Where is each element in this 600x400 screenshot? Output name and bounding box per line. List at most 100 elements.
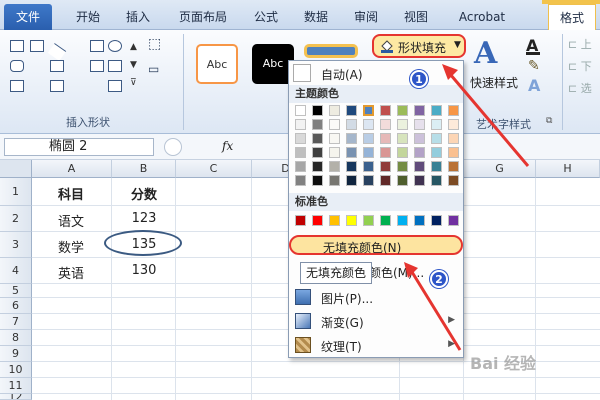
tab-review[interactable]: 审阅 xyxy=(348,4,384,30)
menu-item-gradient[interactable]: 渐变(G) ▶ xyxy=(289,309,463,333)
shape-arrow-down-icon[interactable] xyxy=(108,60,122,72)
theme-color-swatch[interactable] xyxy=(363,175,374,186)
row-header-9[interactable]: 9 xyxy=(0,346,32,362)
dialog-launcher-icon[interactable]: ⧉ xyxy=(546,116,552,126)
theme-color-swatch[interactable] xyxy=(380,119,391,130)
shape-textbox-icon[interactable] xyxy=(30,40,44,52)
theme-color-swatch[interactable] xyxy=(346,133,357,144)
theme-color-swatch[interactable] xyxy=(448,175,459,186)
theme-color-swatch[interactable] xyxy=(346,105,357,116)
standard-color-swatch[interactable] xyxy=(329,215,340,226)
tab-view[interactable]: 视图 xyxy=(398,4,434,30)
theme-color-swatch[interactable] xyxy=(329,161,340,172)
textbox-insert-icon[interactable]: ▭ xyxy=(148,62,159,76)
shape-rectangle-icon[interactable] xyxy=(10,40,24,52)
theme-color-swatch[interactable] xyxy=(397,147,408,158)
cell-a1[interactable]: 科目 xyxy=(36,184,106,203)
row-header-4[interactable]: 4 xyxy=(0,258,32,284)
theme-color-swatch[interactable] xyxy=(380,147,391,158)
theme-color-swatch[interactable] xyxy=(346,161,357,172)
theme-color-swatch[interactable] xyxy=(414,119,425,130)
theme-color-swatch[interactable] xyxy=(397,119,408,130)
theme-color-swatch[interactable] xyxy=(448,119,459,130)
tab-formulas[interactable]: 公式 xyxy=(248,4,284,30)
theme-color-swatch[interactable] xyxy=(329,105,340,116)
row-header-12[interactable]: 12 xyxy=(0,394,32,400)
theme-color-swatch[interactable] xyxy=(295,175,306,186)
cell-b1[interactable]: 分数 xyxy=(112,184,176,203)
theme-color-swatch[interactable] xyxy=(312,147,323,158)
row-header-1[interactable]: 1 xyxy=(0,178,32,206)
insert-function-icon[interactable]: fx xyxy=(222,139,233,153)
quick-styles-icon[interactable]: A xyxy=(474,36,497,71)
theme-color-swatch[interactable] xyxy=(312,119,323,130)
theme-color-swatch[interactable] xyxy=(363,105,374,116)
menu-item-picture[interactable]: 图片(P)... xyxy=(289,285,463,309)
theme-color-swatch[interactable] xyxy=(431,105,442,116)
row-header-5[interactable]: 5 xyxy=(0,284,32,298)
standard-color-swatch[interactable] xyxy=(448,215,459,226)
theme-color-swatch[interactable] xyxy=(312,133,323,144)
theme-color-swatch[interactable] xyxy=(397,175,408,186)
gallery-scroll-icon[interactable]: ▲ ▼ ⊽ xyxy=(130,38,140,94)
menu-item-automatic[interactable]: 自动(A) xyxy=(289,61,463,85)
column-header-h[interactable]: H xyxy=(536,160,600,178)
name-box[interactable]: 椭圆 2 xyxy=(4,138,154,156)
shape-line-icon[interactable] xyxy=(47,43,67,61)
row-header-8[interactable]: 8 xyxy=(0,330,32,346)
theme-color-swatch[interactable] xyxy=(295,147,306,158)
theme-color-swatch[interactable] xyxy=(363,161,374,172)
standard-color-swatch[interactable] xyxy=(431,215,442,226)
standard-color-swatch[interactable] xyxy=(414,215,425,226)
cell-a3[interactable]: 数学 xyxy=(36,237,106,256)
cell-b2[interactable]: 123 xyxy=(112,211,176,226)
theme-color-swatch[interactable] xyxy=(448,133,459,144)
ellipse-shape[interactable] xyxy=(104,230,182,256)
theme-color-swatch[interactable] xyxy=(312,175,323,186)
column-header-b[interactable]: B xyxy=(112,160,176,178)
theme-color-swatch[interactable] xyxy=(448,147,459,158)
edit-shape-icon[interactable]: ⬚ xyxy=(148,36,161,52)
standard-color-swatch[interactable] xyxy=(363,215,374,226)
row-header-11[interactable]: 11 xyxy=(0,378,32,394)
row-header-3[interactable]: 3 xyxy=(0,232,32,258)
theme-color-swatch[interactable] xyxy=(346,147,357,158)
tab-format[interactable]: 格式 xyxy=(548,4,596,30)
theme-color-swatch[interactable] xyxy=(414,175,425,186)
theme-color-swatch[interactable] xyxy=(363,133,374,144)
theme-color-swatch[interactable] xyxy=(448,161,459,172)
theme-color-swatch[interactable] xyxy=(363,147,374,158)
text-outline-icon[interactable]: ✎ xyxy=(528,58,540,74)
shape-arrow-right-icon[interactable] xyxy=(90,60,104,72)
theme-color-swatch[interactable] xyxy=(380,133,391,144)
select-all-corner[interactable] xyxy=(0,160,32,178)
theme-color-swatch[interactable] xyxy=(295,119,306,130)
tab-insert[interactable]: 插入 xyxy=(120,4,156,30)
theme-color-swatch[interactable] xyxy=(414,105,425,116)
tab-data[interactable]: 数据 xyxy=(298,4,334,30)
theme-color-swatch[interactable] xyxy=(312,105,323,116)
shape-curve-icon[interactable] xyxy=(50,80,64,92)
shape-star-icon[interactable] xyxy=(108,80,122,92)
tab-home[interactable]: 开始 xyxy=(70,4,106,30)
theme-color-swatch[interactable] xyxy=(431,161,442,172)
standard-color-swatch[interactable] xyxy=(380,215,391,226)
theme-color-swatch[interactable] xyxy=(363,119,374,130)
shape-style-blue-selected[interactable] xyxy=(304,44,358,58)
theme-color-swatch[interactable] xyxy=(295,133,306,144)
theme-color-swatch[interactable] xyxy=(397,105,408,116)
arrange-up-icon[interactable]: ⊏ 上 xyxy=(568,36,592,52)
theme-color-swatch[interactable] xyxy=(380,175,391,186)
standard-color-swatch[interactable] xyxy=(397,215,408,226)
row-header-6[interactable]: 6 xyxy=(0,298,32,314)
column-header-g[interactable]: G xyxy=(464,160,536,178)
theme-color-swatch[interactable] xyxy=(346,119,357,130)
cell-a4[interactable]: 英语 xyxy=(36,263,106,282)
standard-color-swatch[interactable] xyxy=(346,215,357,226)
theme-color-swatch[interactable] xyxy=(431,133,442,144)
text-effects-icon[interactable]: A xyxy=(528,76,540,95)
theme-color-swatch[interactable] xyxy=(329,133,340,144)
row-header-10[interactable]: 10 xyxy=(0,362,32,378)
theme-color-swatch[interactable] xyxy=(414,161,425,172)
row-header-2[interactable]: 2 xyxy=(0,206,32,232)
